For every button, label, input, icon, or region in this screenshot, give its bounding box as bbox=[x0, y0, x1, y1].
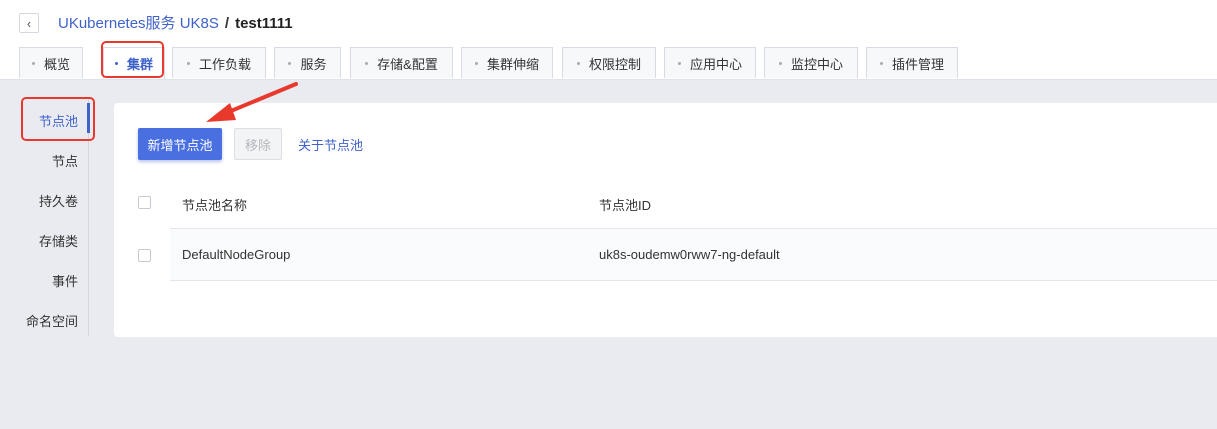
sidebar-item-persistent-volume[interactable]: 持久卷 bbox=[39, 191, 78, 210]
bullet-icon bbox=[879, 61, 883, 65]
select-all-checkbox[interactable] bbox=[138, 196, 151, 209]
breadcrumb: UKubernetes服务 UK8S / test1111 bbox=[58, 15, 293, 33]
tab-label: 概览 bbox=[43, 56, 70, 72]
tab-label: 监控中心 bbox=[790, 56, 843, 72]
tab-monitoring[interactable]: 监控中心 bbox=[764, 47, 858, 78]
tab-storage-config[interactable]: 存储&配置 bbox=[350, 47, 453, 78]
tab-label: 应用中心 bbox=[689, 56, 742, 72]
breadcrumb-cluster-name: test1111 bbox=[235, 15, 293, 32]
bullet-icon bbox=[31, 61, 35, 65]
bullet-icon bbox=[474, 61, 478, 65]
tab-label: 插件管理 bbox=[891, 56, 944, 72]
tab-label: 存储&配置 bbox=[377, 56, 438, 72]
top-header: ‹ UKubernetes服务 UK8S / test1111 概览 集群 工作负载… bbox=[0, 0, 1217, 80]
tab-plugins[interactable]: 插件管理 bbox=[866, 47, 958, 78]
breadcrumb-service-link[interactable]: UKubernetes服务 UK8S bbox=[58, 15, 219, 32]
bullet-icon bbox=[576, 61, 580, 65]
node-pool-name-cell: DefaultNodeGroup bbox=[182, 247, 291, 262]
bullet-icon bbox=[186, 61, 190, 65]
bullet-icon bbox=[778, 61, 782, 65]
back-button[interactable]: ‹ bbox=[19, 13, 39, 33]
bullet-icon bbox=[365, 61, 369, 65]
main-panel: 新增节点池 移除 关于节点池 节点池名称 节点池ID DefaultNodeGr… bbox=[114, 103, 1217, 337]
tab-label: 服务 bbox=[300, 56, 327, 72]
chevron-left-icon: ‹ bbox=[26, 15, 32, 31]
bullet-icon bbox=[288, 61, 292, 65]
about-node-pool-link[interactable]: 关于节点池 bbox=[298, 135, 363, 154]
sidebar-item-namespace[interactable]: 命名空间 bbox=[26, 311, 78, 330]
tab-overview[interactable]: 概览 bbox=[19, 47, 83, 78]
sidebar-item-events[interactable]: 事件 bbox=[52, 271, 78, 290]
sidebar-item-storage-class[interactable]: 存储类 bbox=[39, 231, 78, 250]
highlight-box-sidebar bbox=[21, 97, 95, 141]
tab-label: 权限控制 bbox=[588, 56, 641, 72]
tab-cluster-scaling[interactable]: 集群伸缩 bbox=[461, 47, 553, 78]
column-header-name: 节点池名称 bbox=[182, 198, 248, 213]
column-header-id: 节点池ID bbox=[599, 198, 652, 213]
tab-label: 集群伸缩 bbox=[486, 56, 539, 72]
tab-workload[interactable]: 工作负载 bbox=[172, 47, 266, 78]
add-node-pool-button[interactable]: 新增节点池 bbox=[138, 128, 222, 160]
tab-app-center[interactable]: 应用中心 bbox=[664, 47, 756, 78]
sidebar-item-node[interactable]: 节点 bbox=[52, 151, 78, 170]
remove-button: 移除 bbox=[234, 128, 282, 160]
breadcrumb-separator: / bbox=[224, 15, 230, 32]
bullet-icon bbox=[677, 61, 681, 65]
highlight-box-tab bbox=[101, 41, 164, 78]
tab-service[interactable]: 服务 bbox=[274, 47, 341, 78]
row-checkbox[interactable] bbox=[138, 249, 151, 262]
node-pool-id-cell: uk8s-oudemw0rww7-ng-default bbox=[599, 247, 780, 262]
tab-label: 工作负载 bbox=[198, 56, 251, 72]
tab-access-control[interactable]: 权限控制 bbox=[562, 47, 656, 78]
